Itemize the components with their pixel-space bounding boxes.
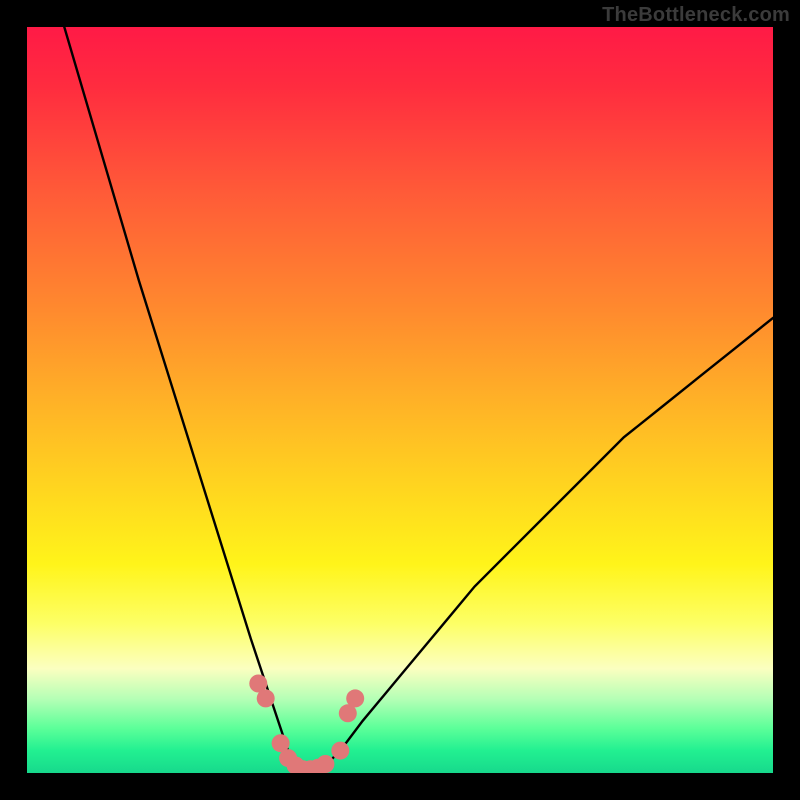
plot-area	[27, 27, 773, 773]
highlight-dot	[257, 689, 275, 707]
chart-frame: TheBottleneck.com	[0, 0, 800, 800]
highlight-dot	[331, 742, 349, 760]
bottleneck-curve-layer	[27, 27, 773, 773]
bottleneck-curve	[64, 27, 773, 770]
highlight-dot	[346, 689, 364, 707]
watermark-text: TheBottleneck.com	[602, 4, 790, 27]
highlight-dot	[316, 755, 334, 773]
